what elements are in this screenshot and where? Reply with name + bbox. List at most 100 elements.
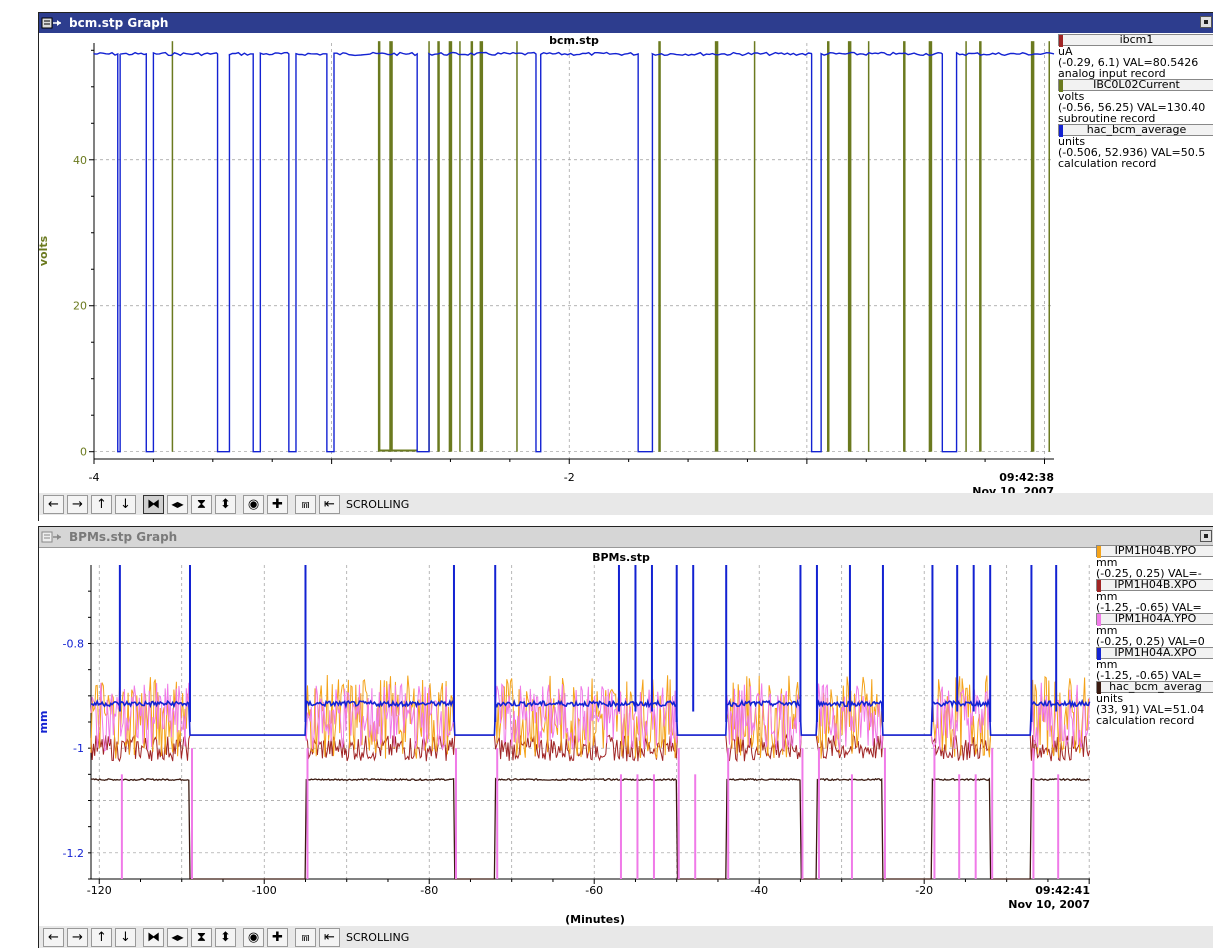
legend-color-swatch <box>1097 648 1101 660</box>
legend-item-name: IPM1H04A.XPO <box>1096 647 1213 660</box>
arrow-right-icon[interactable]: → <box>67 494 88 514</box>
y-tick-label: -1.2 <box>63 847 84 860</box>
arrow-down-icon[interactable]: ↓ <box>115 494 136 514</box>
ypo-spike <box>991 748 994 879</box>
back-step-icon[interactable]: ⇤ <box>319 494 340 514</box>
zoom-horizontal-icon[interactable]: ◀▶ <box>167 927 188 947</box>
ypo-spike <box>974 774 977 879</box>
legend-item[interactable]: IPM1H04A.YPO mm (-0.25, 0.25) VAL=0 <box>1096 613 1213 647</box>
legend-item[interactable]: IPM1H04B.YPO mm (-0.25, 0.25) VAL=- <box>1096 545 1213 579</box>
legend-color-swatch <box>1097 614 1101 626</box>
arrow-down-icon[interactable]: ↓ <box>115 927 136 947</box>
ibc0l02-spike <box>516 41 518 452</box>
x-tick-label: -100 <box>252 884 277 897</box>
legend-item[interactable]: IPM1H04A.XPO mm (-1.25, -0.65) VAL= <box>1096 647 1213 681</box>
y-axis-label: volts <box>39 235 50 266</box>
legend-color-swatch <box>1059 35 1063 47</box>
legend-item[interactable]: ibcm1 uA (-0.29, 6.1) VAL=80.5426 analog in… <box>1058 34 1213 79</box>
xpo-spike <box>815 565 818 722</box>
zoom-in-both-icon[interactable]: ⧓ <box>143 494 164 514</box>
ibc0l02-spike <box>437 41 440 452</box>
legend-item[interactable]: IBC0L02Current volts (-0.56, 56.25) VAL=13… <box>1058 79 1213 124</box>
autoscale-icon[interactable]: ⩎ <box>295 494 316 514</box>
arrow-up-icon[interactable]: ↑ <box>91 494 112 514</box>
legend-item-name: IPM1H04B.XPO <box>1096 578 1213 592</box>
bpms-window-titlebar[interactable]: BPMs.stp Graph <box>39 527 1213 548</box>
x-tick-label: -60 <box>585 884 603 897</box>
xpo-spike <box>1055 565 1058 712</box>
bcm-toolbar: ← → ↑ ↓ ⧓ ◀▶ ⧗ ⬍ ◉ ✚ ⩎ ⇤ SCROLLING <box>39 493 1213 515</box>
crosshair-plus-icon[interactable]: ✚ <box>267 494 288 514</box>
zoom-vertical-out-icon[interactable]: ⬍ <box>215 927 236 947</box>
ypo-spike <box>1057 774 1060 879</box>
ibc0l02-spike <box>470 41 474 452</box>
y-tick-label: -0.8 <box>63 638 84 651</box>
ibc0l02-spike <box>965 41 967 452</box>
ibc0l02-spike <box>827 41 830 452</box>
arrow-left-icon[interactable]: ← <box>43 494 64 514</box>
window-menu-icon[interactable] <box>41 16 63 30</box>
ypo-spike <box>850 774 853 879</box>
xpo-spike <box>675 565 678 722</box>
back-step-icon[interactable]: ⇤ <box>319 927 340 947</box>
bcm-legend: ibcm1 uA (-0.29, 6.1) VAL=80.5426 analog in… <box>1058 34 1213 194</box>
arrow-up-icon[interactable]: ↑ <box>91 927 112 947</box>
window-menu-icon[interactable] <box>41 530 63 544</box>
legend-item[interactable]: hac_bcm_averag units (33, 91) VAL=51.04 cal… <box>1096 681 1213 726</box>
target-icon[interactable]: ◉ <box>243 927 264 947</box>
ypo-spike <box>454 748 457 879</box>
legend-name-text: IPM1H04B.YPO <box>1114 545 1197 557</box>
zoom-horizontal-icon[interactable]: ◀▶ <box>167 494 188 514</box>
xpo-spike <box>452 565 455 722</box>
ibc0l02-spike <box>714 41 719 452</box>
xpo-spike <box>617 565 620 712</box>
zoom-in-both-icon[interactable]: ⧓ <box>143 927 164 947</box>
close-icon[interactable] <box>1200 16 1212 28</box>
y-tick-label: 0 <box>80 446 87 459</box>
y-tick-label: -1 <box>73 742 84 755</box>
ypo-spike <box>677 748 680 879</box>
close-icon[interactable] <box>1200 530 1212 542</box>
ibc0l02-spike <box>377 41 381 452</box>
arrow-left-icon[interactable]: ← <box>43 927 64 947</box>
xpo-spike <box>848 565 851 712</box>
plot-title: BPMs.stp <box>592 551 650 564</box>
ypo-spike <box>619 774 622 879</box>
timestamp-time: 09:42:41 <box>1035 884 1090 897</box>
bcm-plot[interactable]: -4-202040bcm.stp(Hours)volts09:42:38Nov … <box>39 33 1213 495</box>
zoom-vertical-icon[interactable]: ⧗ <box>191 494 212 514</box>
legend-type: calculation record <box>1058 157 1157 170</box>
x-tick-label: -2 <box>564 471 575 484</box>
legend-item-name: hac_bcm_average <box>1058 124 1213 137</box>
legend-name-text: IPM1H04A.YPO <box>1114 612 1197 625</box>
legend-color-swatch <box>1059 125 1063 137</box>
target-icon[interactable]: ◉ <box>243 494 264 514</box>
zoom-vertical-icon[interactable]: ⧗ <box>191 927 212 947</box>
xpo-spike <box>725 565 728 722</box>
legend-name-text: IPM1H04B.XPO <box>1114 578 1197 591</box>
ypo-spike <box>120 774 123 879</box>
ibc0l02-spike <box>171 41 174 452</box>
bcm-window-titlebar[interactable]: bcm.stp Graph <box>39 13 1213 33</box>
legend-item[interactable]: hac_bcm_average units (-0.506, 52.936) VAL… <box>1058 124 1213 169</box>
scrolling-mode-label: SCROLLING <box>346 497 410 511</box>
bpms-plot[interactable]: -120 -100 -80 -60 -40 -20 -0.8 -1 -1.2 BPMs.stp (M… <box>39 547 1213 926</box>
xpo-spike <box>304 565 307 722</box>
plot-title: bcm.stp <box>549 34 599 47</box>
legend-item-name: IBC0L02Current <box>1058 79 1213 92</box>
xpo-spike <box>188 565 191 722</box>
ibc0l02-spike <box>867 41 870 452</box>
xpo-spike <box>1030 565 1033 722</box>
window-title: bcm.stp Graph <box>69 16 169 30</box>
ypo-spike <box>801 748 804 879</box>
ypo-spike <box>883 748 886 879</box>
ypo-spike <box>496 748 499 879</box>
autoscale-icon[interactable]: ⩎ <box>295 927 316 947</box>
legend-item[interactable]: IPM1H04B.XPO mm (-1.25, -0.65) VAL= <box>1096 579 1213 613</box>
zoom-vertical-out-icon[interactable]: ⬍ <box>215 494 236 514</box>
ypo-spike <box>1032 748 1035 879</box>
legend-color-swatch <box>1059 80 1063 92</box>
arrow-right-icon[interactable]: → <box>67 927 88 947</box>
crosshair-plus-icon[interactable]: ✚ <box>267 927 288 947</box>
x-tick-label: -80 <box>420 884 438 897</box>
